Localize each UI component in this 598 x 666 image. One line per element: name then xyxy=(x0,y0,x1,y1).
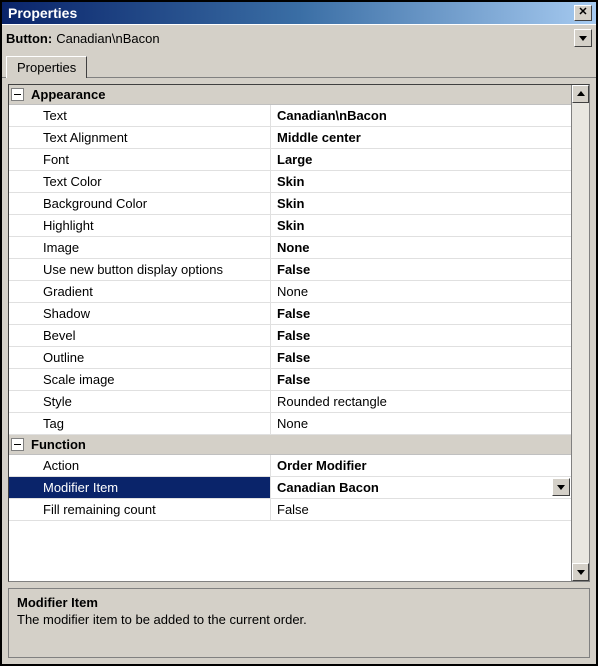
vertical-scrollbar[interactable] xyxy=(571,85,589,581)
property-value[interactable]: False xyxy=(271,259,571,280)
property-value[interactable]: False xyxy=(271,303,571,324)
property-row[interactable]: Text Color Skin xyxy=(9,171,571,193)
property-value-text: Skin xyxy=(277,218,304,233)
expander-icon[interactable] xyxy=(11,438,24,451)
property-row[interactable]: Style Rounded rectangle xyxy=(9,391,571,413)
property-value-text: Rounded rectangle xyxy=(277,394,387,409)
property-row[interactable]: Action Order Modifier xyxy=(9,455,571,477)
property-grid: Appearance Text Canadian\nBacon Text Alignm… xyxy=(9,85,571,581)
property-value[interactable]: Skin xyxy=(271,193,571,214)
property-name[interactable]: Highlight xyxy=(9,215,271,236)
property-value-text: False xyxy=(277,502,309,517)
property-name[interactable]: Text xyxy=(9,105,271,126)
property-row[interactable]: Tag None xyxy=(9,413,571,435)
property-row[interactable]: Image None xyxy=(9,237,571,259)
property-name[interactable]: Bevel xyxy=(9,325,271,346)
property-row[interactable]: Gradient None xyxy=(9,281,571,303)
property-value[interactable]: Rounded rectangle xyxy=(271,391,571,412)
property-value-text: Canadian Bacon xyxy=(277,480,379,495)
property-row[interactable]: Use new button display options False xyxy=(9,259,571,281)
property-name[interactable]: Outline xyxy=(9,347,271,368)
property-row[interactable]: Fill remaining count False xyxy=(9,499,571,521)
property-value[interactable]: False xyxy=(271,347,571,368)
property-row[interactable]: Shadow False xyxy=(9,303,571,325)
property-value[interactable]: False xyxy=(271,369,571,390)
tabstrip: Properties xyxy=(2,51,596,78)
property-value[interactable]: None xyxy=(271,237,571,258)
property-value-text: False xyxy=(277,306,310,321)
tab-properties[interactable]: Properties xyxy=(6,56,87,78)
property-name[interactable]: Background Color xyxy=(9,193,271,214)
property-value[interactable]: Skin xyxy=(271,215,571,236)
titlebar: Properties ✕ xyxy=(2,2,596,24)
property-value[interactable]: Skin xyxy=(271,171,571,192)
category-header[interactable]: Function xyxy=(9,435,571,455)
object-value: Canadian\nBacon xyxy=(56,31,574,46)
property-name[interactable]: Fill remaining count xyxy=(9,499,271,520)
category-name: Function xyxy=(31,437,86,452)
property-value[interactable]: Middle center xyxy=(271,127,571,148)
category-name: Appearance xyxy=(31,87,105,102)
property-value[interactable]: None xyxy=(271,281,571,302)
property-name[interactable]: Tag xyxy=(9,413,271,434)
properties-window: Properties ✕ Button: Canadian\nBacon Pro… xyxy=(0,0,598,666)
window-title: Properties xyxy=(8,5,77,21)
property-name[interactable]: Scale image xyxy=(9,369,271,390)
description-pane: Modifier Item The modifier item to be ad… xyxy=(8,588,590,658)
property-value[interactable]: None xyxy=(271,413,571,434)
property-row[interactable]: Text Alignment Middle center xyxy=(9,127,571,149)
property-value[interactable]: False xyxy=(271,499,571,520)
scroll-up-button[interactable] xyxy=(572,85,589,103)
property-name[interactable]: Modifier Item xyxy=(9,477,271,498)
property-name[interactable]: Gradient xyxy=(9,281,271,302)
property-value-text: Middle center xyxy=(277,130,361,145)
property-name[interactable]: Text Color xyxy=(9,171,271,192)
property-value-text: False xyxy=(277,328,310,343)
property-value-text: None xyxy=(277,416,308,431)
property-value-text: Skin xyxy=(277,196,304,211)
property-name[interactable]: Action xyxy=(9,455,271,476)
property-value-text: None xyxy=(277,284,308,299)
property-value-text: Order Modifier xyxy=(277,458,367,473)
property-value-text: False xyxy=(277,262,310,277)
property-value[interactable]: Large xyxy=(271,149,571,170)
property-name[interactable]: Font xyxy=(9,149,271,170)
scroll-down-button[interactable] xyxy=(572,563,589,581)
property-row[interactable]: Highlight Skin xyxy=(9,215,571,237)
property-name[interactable]: Text Alignment xyxy=(9,127,271,148)
property-row[interactable]: Scale image False xyxy=(9,369,571,391)
expander-icon[interactable] xyxy=(11,88,24,101)
description-title: Modifier Item xyxy=(17,595,581,610)
property-name[interactable]: Image xyxy=(9,237,271,258)
property-row[interactable]: Outline False xyxy=(9,347,571,369)
property-value[interactable]: Canadian Bacon xyxy=(271,477,571,498)
property-name[interactable]: Style xyxy=(9,391,271,412)
property-name[interactable]: Use new button display options xyxy=(9,259,271,280)
value-dropdown-button[interactable] xyxy=(552,478,570,496)
object-selector: Button: Canadian\nBacon xyxy=(2,24,596,51)
property-value-text: False xyxy=(277,372,310,387)
property-grid-wrap: Appearance Text Canadian\nBacon Text Alignm… xyxy=(8,84,590,582)
object-dropdown-button[interactable] xyxy=(574,29,592,47)
category-header[interactable]: Appearance xyxy=(9,85,571,105)
property-row[interactable]: Font Large xyxy=(9,149,571,171)
property-row[interactable]: Modifier Item Canadian Bacon xyxy=(9,477,571,499)
property-row[interactable]: Background Color Skin xyxy=(9,193,571,215)
property-value-text: Canadian\nBacon xyxy=(277,108,387,123)
property-value-text: Large xyxy=(277,152,312,167)
close-button[interactable]: ✕ xyxy=(574,5,592,21)
object-label: Button: xyxy=(6,31,52,46)
property-value-text: False xyxy=(277,350,310,365)
description-text: The modifier item to be added to the cur… xyxy=(17,612,581,627)
property-value[interactable]: False xyxy=(271,325,571,346)
property-value[interactable]: Canadian\nBacon xyxy=(271,105,571,126)
property-value[interactable]: Order Modifier xyxy=(271,455,571,476)
property-value-text: None xyxy=(277,240,310,255)
property-row[interactable]: Text Canadian\nBacon xyxy=(9,105,571,127)
scroll-track[interactable] xyxy=(572,103,589,563)
property-row[interactable]: Bevel False xyxy=(9,325,571,347)
property-name[interactable]: Shadow xyxy=(9,303,271,324)
property-value-text: Skin xyxy=(277,174,304,189)
